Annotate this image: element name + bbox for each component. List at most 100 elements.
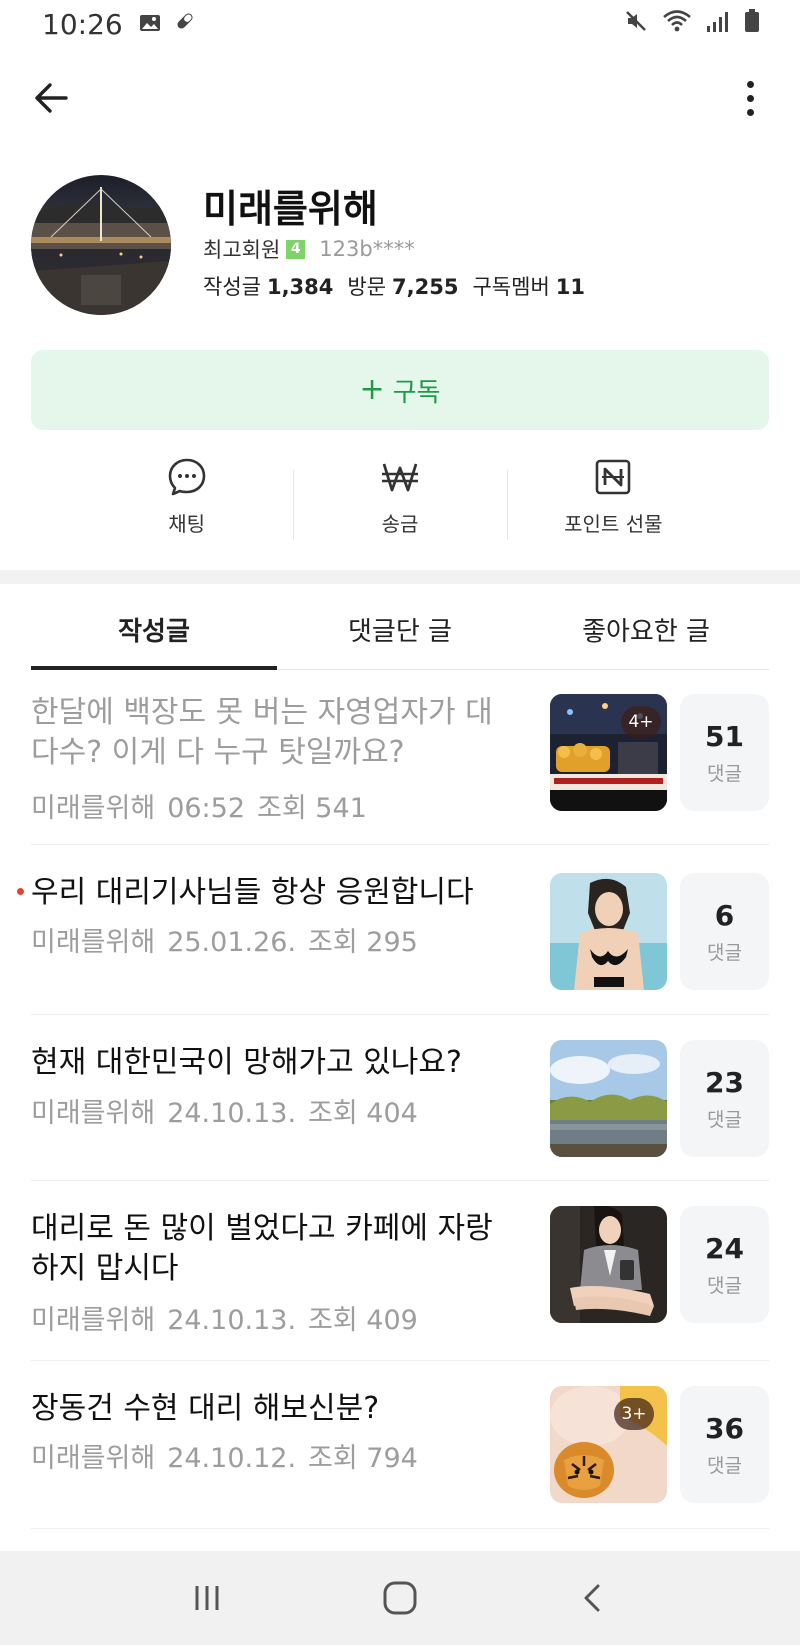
new-post-dot <box>17 888 24 895</box>
status-time: 10:26 <box>42 7 123 41</box>
post-meta: 미래를위해 06:52 조회 541 <box>31 786 367 825</box>
post-meta: 미래를위해 24.10.12. 조회 794 <box>31 1436 418 1475</box>
grade-row: 최고회원 4 123b**** <box>203 234 415 264</box>
post-title[interactable]: 장동건 수현 대리 해보신분? <box>31 1389 501 1429</box>
avatar[interactable] <box>31 175 171 315</box>
tab-commented-posts[interactable]: 댓글단 글 <box>277 590 523 669</box>
post-meta: 미래를위해 25.01.26. 조회 295 <box>31 920 418 959</box>
chat-label: 채팅 <box>168 512 206 536</box>
profile-nickname: 미래를위해 <box>203 187 378 231</box>
point-gift-label: 포인트 선물 <box>564 512 663 536</box>
post-title[interactable]: 현재 대한민국이 망해가고 있나요? <box>31 1043 501 1083</box>
send-money-label: 송금 <box>381 512 419 536</box>
back-button[interactable] <box>28 74 76 122</box>
recent-apps-icon <box>195 1586 219 1610</box>
post-thumbnail[interactable] <box>550 873 667 990</box>
tab-liked-posts[interactable]: 좋아요한 글 <box>523 590 769 669</box>
post-author: 미래를위해 <box>31 793 156 824</box>
post-author: 미래를위해 <box>31 1098 156 1129</box>
list-item[interactable]: 우리 대리기사님들 항상 응원합니다 미래를위해 25.01.26. 조회 295 … <box>17 845 769 1015</box>
comment-count-box[interactable]: 24 댓글 <box>680 1206 769 1323</box>
comment-count-box[interactable]: 23 댓글 <box>680 1040 769 1157</box>
list-item[interactable]: 대리로 돈 많이 벌었다고 카페에 자랑하지 맙시다 미래를위해 24.10.13… <box>31 1181 769 1361</box>
comment-label: 댓글 <box>707 1108 742 1131</box>
post-title[interactable]: 대리로 돈 많이 벌었다고 카페에 자랑하지 맙시다 <box>31 1209 501 1289</box>
comment-count: 24 <box>705 1231 744 1265</box>
post-tabs: 작성글 댓글단 글 좋아요한 글 <box>31 590 769 670</box>
comment-label: 댓글 <box>707 762 742 785</box>
thumbnail-count-badge: 4+ <box>621 706 661 738</box>
home-icon <box>383 1581 417 1615</box>
pill-icon <box>173 9 197 40</box>
post-title[interactable]: 우리 대리기사님들 항상 응원합니다 <box>31 873 501 913</box>
home-button[interactable] <box>370 1568 430 1628</box>
system-back-button[interactable] <box>563 1568 623 1628</box>
tab-written-posts[interactable]: 작성글 <box>31 590 277 670</box>
stat-posts-label: 작성글 <box>203 275 261 299</box>
post-views: 조회 404 <box>308 1098 418 1129</box>
comment-count-box[interactable]: 6 댓글 <box>680 873 769 990</box>
post-thumbnail[interactable] <box>550 1206 667 1323</box>
post-author: 미래를위해 <box>31 1305 156 1336</box>
grade-badge: 4 <box>286 239 306 259</box>
more-options-button[interactable] <box>726 74 774 122</box>
comment-count-box[interactable]: 36 댓글 <box>680 1386 769 1503</box>
stat-visits-value: 7,255 <box>392 275 459 299</box>
post-thumbnail[interactable] <box>550 1040 667 1157</box>
npoint-icon <box>596 459 631 495</box>
post-date: 25.01.26. <box>167 927 297 958</box>
battery-icon <box>744 8 760 40</box>
profile-page: 10:26 미래를위해 최고회원 4 123b**** 작성글 1,384 방문… <box>0 0 800 1645</box>
comment-count: 36 <box>705 1411 744 1445</box>
post-date: 24.10.13. <box>167 1098 297 1129</box>
list-item[interactable]: 장동건 수현 대리 해보신분? 미래를위해 24.10.12. 조회 794 3+ … <box>31 1361 769 1529</box>
list-item[interactable]: 현재 대한민국이 망해가고 있나요? 미래를위해 24.10.13. 조회 404 … <box>31 1015 769 1181</box>
comment-count: 23 <box>705 1065 744 1099</box>
comment-count: 51 <box>705 719 744 753</box>
member-id: 123b**** <box>319 237 415 261</box>
stat-subscribers-label: 구독멤버 <box>472 275 550 299</box>
post-views: 조회 295 <box>308 927 418 958</box>
post-date: 06:52 <box>167 793 246 824</box>
send-money-button[interactable]: 송금 <box>293 456 506 546</box>
status-bar: 10:26 <box>0 0 800 48</box>
app-bar <box>0 60 800 136</box>
back-icon <box>584 1584 600 1612</box>
post-views: 조회 794 <box>308 1443 418 1474</box>
post-thumbnail[interactable]: 3+ <box>550 1386 667 1503</box>
post-meta: 미래를위해 24.10.13. 조회 409 <box>31 1298 418 1337</box>
profile-stats: 작성글 1,384 방문 7,255 구독멤버 11 <box>203 271 593 301</box>
chat-button[interactable]: 채팅 <box>80 456 293 546</box>
post-author: 미래를위해 <box>31 927 156 958</box>
post-author: 미래를위해 <box>31 1443 156 1474</box>
system-nav-bar <box>0 1551 800 1645</box>
post-date: 24.10.13. <box>167 1305 297 1336</box>
plus-icon: + <box>359 372 385 407</box>
comment-label: 댓글 <box>707 941 742 964</box>
list-item[interactable]: 한달에 백장도 못 버는 자영업자가 대다수? 이게 다 누구 탓일까요? 미래… <box>31 685 769 845</box>
won-icon <box>381 463 418 492</box>
chat-bubble-icon <box>168 458 205 496</box>
comment-count: 6 <box>714 898 735 932</box>
subscribe-label: 구독 <box>392 377 441 408</box>
post-views: 조회 541 <box>257 793 367 824</box>
image-icon <box>139 9 161 40</box>
recent-apps-button[interactable] <box>177 1568 237 1628</box>
subscribe-button[interactable]: + 구독 <box>31 350 769 430</box>
profile-actions: 채팅 송금 포인트 선물 <box>80 456 720 546</box>
stat-visits-label: 방문 <box>347 275 387 299</box>
comment-count-box[interactable]: 51 댓글 <box>680 694 769 811</box>
member-grade: 최고회원 <box>203 238 281 262</box>
more-vertical-icon <box>746 80 754 88</box>
comment-label: 댓글 <box>707 1274 742 1297</box>
section-divider <box>0 570 800 584</box>
post-date: 24.10.12. <box>167 1443 297 1474</box>
stat-subscribers-value: 11 <box>555 275 585 299</box>
wifi-icon <box>662 9 692 40</box>
post-thumbnail[interactable]: 4+ <box>550 694 667 811</box>
arrow-left-icon <box>35 83 68 113</box>
post-meta: 미래를위해 24.10.13. 조회 404 <box>31 1091 418 1130</box>
point-gift-button[interactable]: 포인트 선물 <box>506 456 720 546</box>
post-title[interactable]: 한달에 백장도 못 버는 자영업자가 대다수? 이게 다 누구 탓일까요? <box>31 693 501 773</box>
comment-label: 댓글 <box>707 1454 742 1477</box>
